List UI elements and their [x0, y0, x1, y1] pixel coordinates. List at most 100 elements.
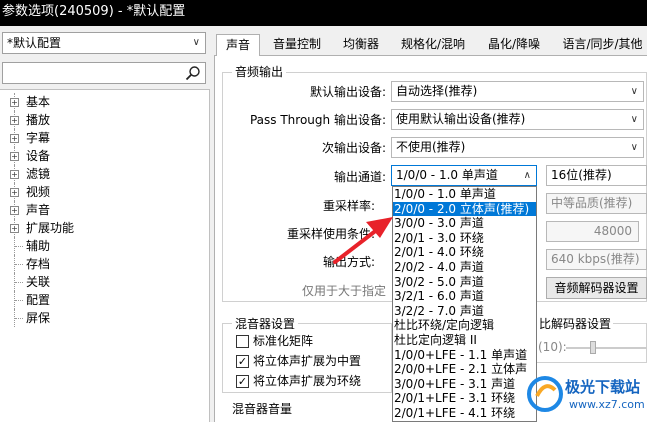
checkbox-box[interactable]: ✓: [236, 355, 249, 368]
sidebar-item-label: 存档: [26, 257, 51, 271]
resample-quality-select[interactable]: 中等品质(推荐): [546, 193, 647, 214]
expand-icon[interactable]: +: [10, 116, 19, 125]
channel-option[interactable]: 3/0/2 - 5.0 声道: [393, 275, 536, 290]
expand-icon[interactable]: +: [10, 134, 19, 143]
sidebar-item[interactable]: + 声音: [0, 201, 209, 219]
sidebar-item-label: 基本: [26, 95, 51, 109]
channel-option[interactable]: 2/0/1 - 3.0 环绕: [393, 231, 536, 246]
sidebar-item-label: 视频: [26, 185, 51, 199]
bitdepth-select[interactable]: 16位(推荐): [546, 165, 647, 186]
channel-option[interactable]: 2/0/1+LFE - 4.1 环绕: [393, 406, 536, 421]
watermark-url: www.xz7.com: [569, 398, 645, 411]
output-mode-label: 输出方式:: [322, 255, 375, 269]
channel-option[interactable]: 杜比定向逻辑 II: [393, 333, 536, 348]
default-device-label: 默认输出设备:: [309, 85, 386, 99]
mixer-title: 混音器设置: [232, 315, 299, 332]
sidebar-item[interactable]: 关联: [0, 273, 209, 291]
tab-equalizer[interactable]: 均衡器: [336, 34, 386, 56]
secondary-device-select[interactable]: 不使用(推荐) ∨: [391, 137, 644, 158]
bitrate-select[interactable]: 640 kbps(推荐): [546, 249, 647, 270]
checkbox-box[interactable]: ✓: [236, 375, 249, 388]
channel-option[interactable]: 3/0/0+LFE - 3.1 声道: [393, 377, 536, 392]
sidebar-item-label: 字幕: [26, 131, 51, 145]
tab-language[interactable]: 语言/同步/其他: [558, 34, 647, 56]
standard-matrix-label: 标准化矩阵: [253, 334, 314, 348]
tree-branch-line: [15, 318, 23, 319]
expand-icon[interactable]: +: [10, 170, 19, 179]
expand-icon[interactable]: +: [10, 152, 19, 161]
channel-option[interactable]: 1/0/0+LFE - 1.1 单声道: [393, 348, 536, 363]
channel-option[interactable]: 3/2/1 - 6.0 声道: [393, 289, 536, 304]
channel-option[interactable]: 杜比环绕/定向逻辑: [393, 318, 536, 333]
sidebar-item[interactable]: + 设备: [0, 147, 209, 165]
sidebar-item[interactable]: 存档: [0, 255, 209, 273]
default-device-value: 自动选择(推荐): [396, 84, 478, 98]
search-icon[interactable]: [185, 65, 201, 81]
mixer-volume-title: 混音器音量: [232, 402, 293, 416]
audio-decoder-settings-button[interactable]: 音频解码器设置: [546, 277, 647, 299]
output-channel-label: 输出通道:: [333, 170, 386, 184]
sidebar-item[interactable]: + 基本: [0, 93, 209, 111]
tree-branch-line: [15, 264, 23, 265]
output-channel-dropdown[interactable]: 1/0/0 - 1.0 单声道 2/0/0 - 2.0 立体声(推荐) 3/0/0 …: [392, 186, 537, 422]
sidebar-item[interactable]: 配置: [0, 291, 209, 309]
chevron-down-icon: ∨: [630, 86, 638, 97]
tree-branch-line: [15, 282, 23, 283]
bitrate-value: 640 kbps(推荐): [551, 252, 640, 266]
stereo-surround-label: 将立体声扩展为环绕: [253, 374, 362, 388]
channel-option[interactable]: 2/0/1 - 4.0 环绕: [393, 245, 536, 260]
expand-icon[interactable]: +: [10, 224, 19, 233]
secondary-device-label: 次输出设备:: [321, 141, 386, 155]
tab-denoise[interactable]: 晶化/降噪: [480, 34, 548, 56]
preset-select[interactable]: *默认配置 ∨: [2, 32, 206, 54]
sidebar-item-label: 声音: [26, 203, 51, 217]
left-panel: *默认配置 ∨ + 基本 + 播放 + 字幕 + 设备 + 滤镜 + 视频 + 声音 + 扩展功能 辅助 存档 关联…: [0, 26, 212, 422]
channel-option[interactable]: 2/0/0 - 2.0 立体声(推荐): [393, 201, 536, 217]
tab-sound[interactable]: 声音: [216, 34, 260, 57]
audio-output-title: 音频输出: [232, 63, 287, 80]
default-device-select[interactable]: 自动选择(推荐) ∨: [391, 81, 644, 102]
expand-icon[interactable]: +: [10, 98, 19, 107]
expand-icon[interactable]: +: [10, 188, 19, 197]
tree-branch-line: [15, 300, 23, 301]
channel-option[interactable]: 2/0/0+LFE - 2.1 立体声: [393, 362, 536, 377]
sidebar-item[interactable]: + 视频: [0, 183, 209, 201]
settings-tree: + 基本 + 播放 + 字幕 + 设备 + 滤镜 + 视频 + 声音 + 扩展功能 辅助 存档 关联 配置 屏保: [0, 89, 210, 422]
passthrough-note: 仅用于大于指定: [302, 284, 387, 298]
channel-option[interactable]: 2/0/1+LFE - 3.1 环绕: [393, 391, 536, 406]
sidebar-item[interactable]: + 播放: [0, 111, 209, 129]
watermark: 极光下载站 www.xz7.com: [525, 372, 647, 422]
passthrough-value: 使用默认输出设备(推荐): [396, 112, 526, 126]
tab-bar: 声音 音量控制 均衡器 规格化/混响 晶化/降噪 语言/同步/其他: [214, 34, 647, 57]
passthrough-select[interactable]: 使用默认输出设备(推荐) ∨: [391, 109, 644, 130]
checkbox-box[interactable]: [236, 335, 249, 348]
resample-condition-label: 重采样使用条件:: [286, 227, 375, 241]
sidebar-item-label: 设备: [26, 149, 51, 163]
watermark-brand: 极光下载站: [565, 378, 641, 396]
sidebar-item[interactable]: + 扩展功能: [0, 219, 209, 237]
tab-volume[interactable]: 音量控制: [266, 34, 328, 56]
watermark-logo-icon: [527, 376, 563, 412]
resample-rate-select[interactable]: 48000: [546, 221, 639, 242]
tab-normalize[interactable]: 规格化/混响: [394, 34, 472, 56]
standard-matrix-checkbox[interactable]: 标准化矩阵: [236, 334, 313, 350]
channel-option[interactable]: 3/2/2 - 7.0 声道: [393, 304, 536, 319]
dolby-slider-thumb[interactable]: [590, 341, 596, 354]
channel-option[interactable]: 3/0/0 - 3.0 声道: [393, 216, 536, 231]
window-title: 参数选项(240509) - *默认配置: [0, 0, 647, 26]
sidebar-item[interactable]: + 字幕: [0, 129, 209, 147]
stereo-center-checkbox[interactable]: ✓ 将立体声扩展为中置: [236, 354, 361, 370]
expand-icon[interactable]: +: [10, 206, 19, 215]
tree-branch-line: [15, 246, 23, 247]
stereo-surround-checkbox[interactable]: ✓ 将立体声扩展为环绕: [236, 374, 361, 390]
dolby-slider-label: (10):: [538, 340, 567, 354]
sidebar-item[interactable]: 辅助: [0, 237, 209, 255]
chevron-down-icon: ∨: [192, 37, 200, 48]
sidebar-item[interactable]: 屏保: [0, 309, 209, 327]
sidebar-item[interactable]: + 滤镜: [0, 165, 209, 183]
channel-option[interactable]: 1/0/0 - 1.0 单声道: [393, 187, 536, 202]
filter-input[interactable]: [2, 62, 206, 84]
channel-option[interactable]: 2/0/2 - 4.0 声道: [393, 260, 536, 275]
dolby-slider-track[interactable]: [566, 347, 647, 349]
output-channel-select[interactable]: 1/0/0 - 1.0 单声道 ∧: [391, 165, 537, 186]
